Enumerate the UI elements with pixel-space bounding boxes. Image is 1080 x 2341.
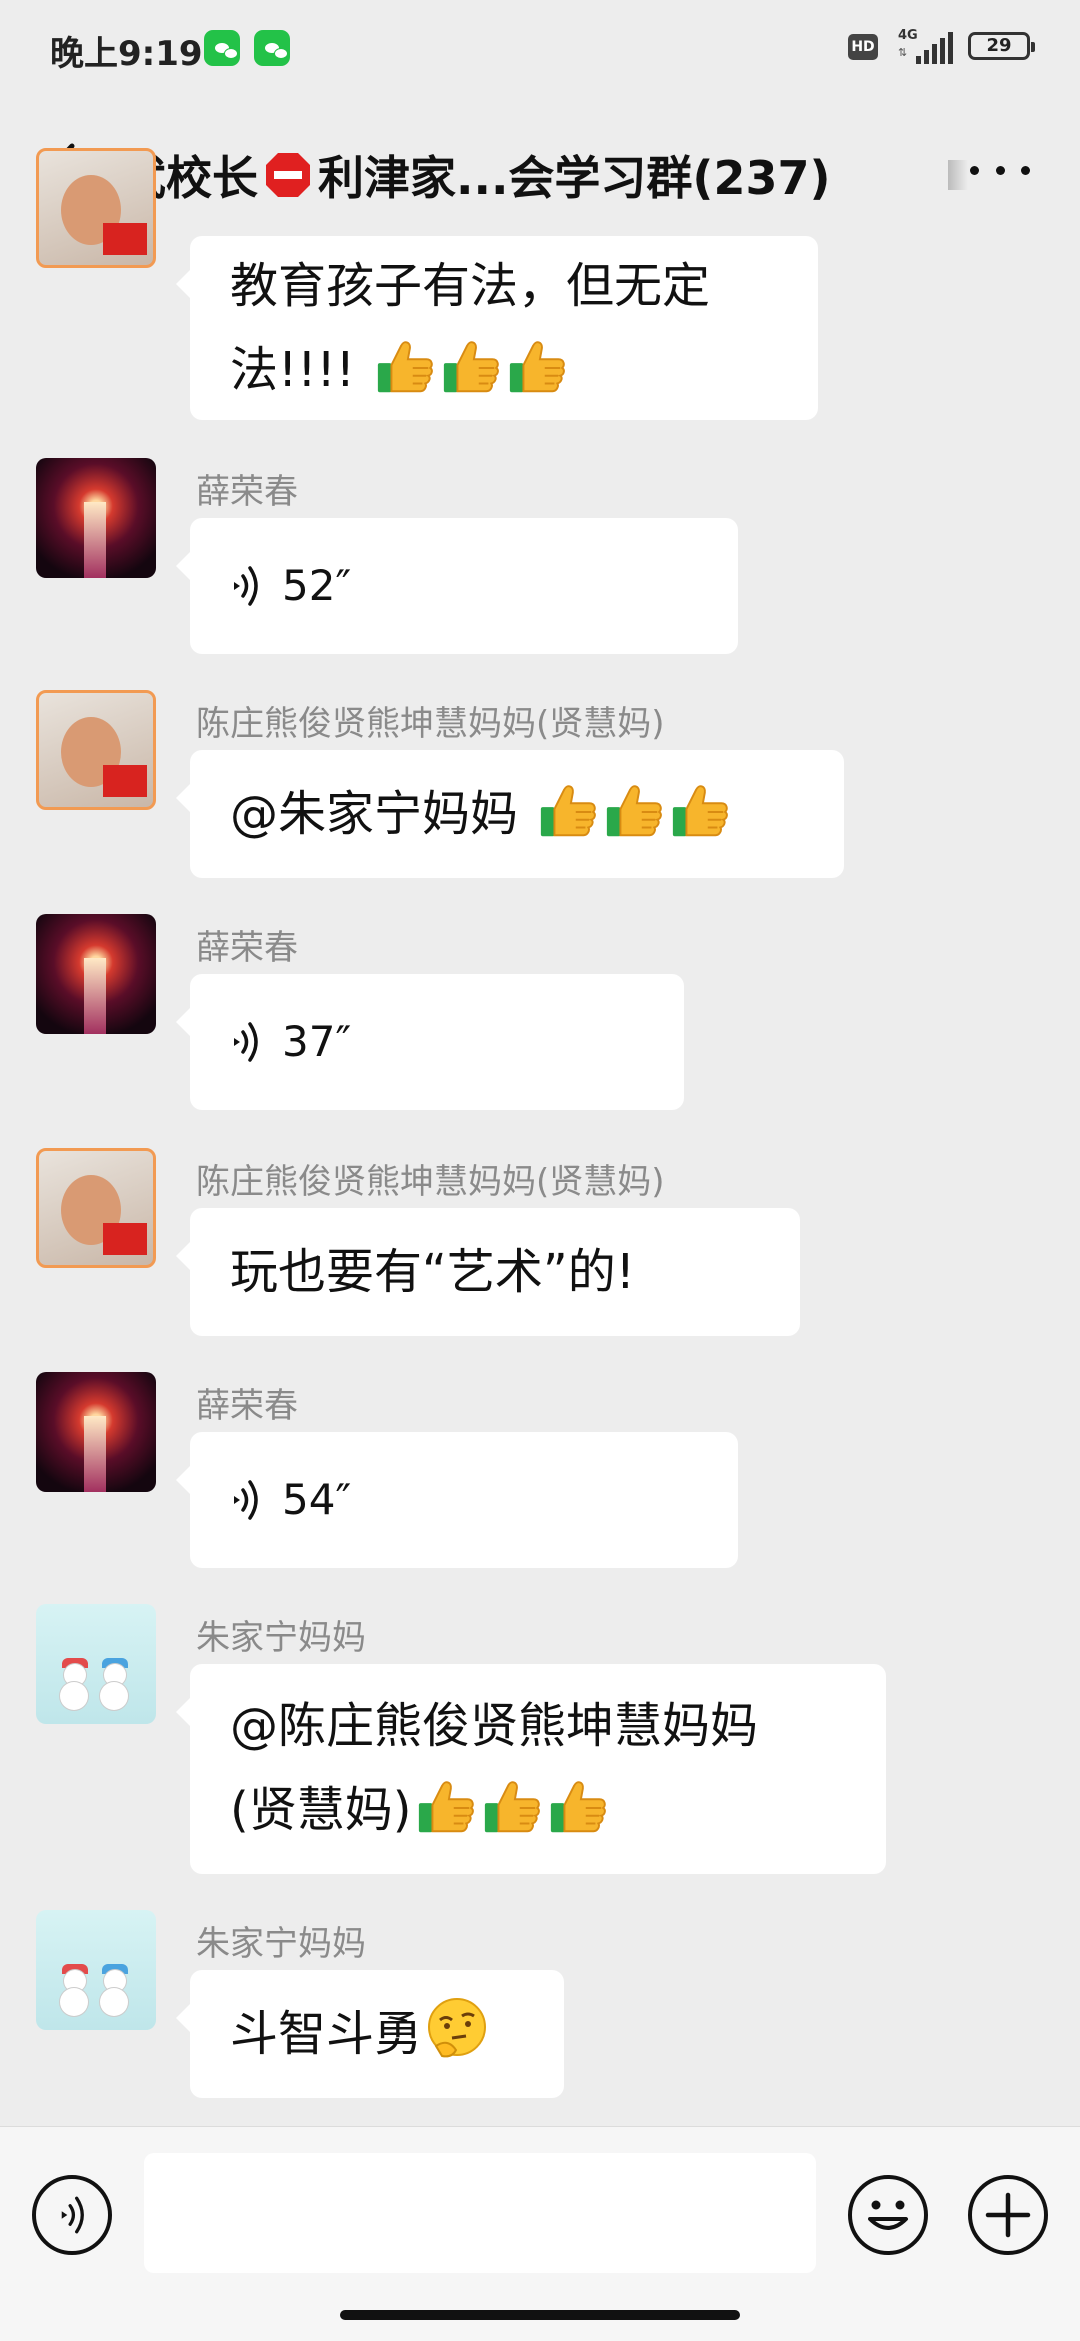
message-bubble[interactable]: 玩也要有“艺术”的! [176,1208,800,1336]
chat-title: 武校长 利津家...会学习群(237) [120,142,831,208]
thumbs-up-icon [506,336,568,398]
message-input[interactable] [144,2153,816,2273]
sender-name: 朱家宁妈妈 [196,1618,366,1658]
voice-wave-icon [230,1020,260,1064]
chat-header: 武校长 利津家...会学习群(237) [0,100,1080,238]
avatar[interactable] [36,148,156,268]
message-text: 教育孩子有法，但无定 [230,258,711,314]
avatar[interactable] [36,1910,156,2030]
battery-icon: 29 [968,32,1035,60]
voice-wave-icon [230,564,260,608]
voice-input-icon[interactable] [32,2175,112,2255]
message-bubble[interactable]: 教育孩子有法，但无定 法!!!! [176,236,818,420]
message-text: 斗智斗勇 [230,2006,423,2062]
thumbs-up-icon [547,1776,609,1838]
thumbs-up-icon [603,780,665,842]
stop-sign-icon [266,153,310,197]
voice-duration: 37″ [282,1017,352,1066]
voice-message-bubble[interactable]: 52″ [176,518,738,654]
message-text-line2: 法!!!! [230,342,355,398]
message-text: @朱家宁妈妈 [230,786,534,842]
message-bubble[interactable]: 斗智斗勇 [176,1970,564,2098]
voice-duration: 52″ [282,561,352,610]
sender-name: 薛荣春 [196,1386,298,1426]
avatar[interactable] [36,914,156,1034]
signal-icon: 4G ⇅ [896,28,956,64]
plus-icon[interactable] [968,2175,1048,2255]
message-bubble[interactable]: @陈庄熊俊贤熊坤慧妈妈 (贤慧妈) [176,1664,886,1874]
message-bubble[interactable]: @朱家宁妈妈 [176,750,844,878]
thinking-face-icon [428,1998,487,2058]
message-text-line2: (贤慧妈) [230,1782,412,1838]
thumbs-up-icon [374,336,436,398]
avatar[interactable] [36,690,156,810]
sender-name: 薛荣春 [196,472,298,512]
message-text: 玩也要有“艺术”的! [230,1244,635,1300]
avatar[interactable] [36,1148,156,1268]
voice-wave-icon [230,1478,260,1522]
thumbs-up-icon [669,780,731,842]
voice-message-bubble[interactable]: 37″ [176,974,684,1110]
home-indicator[interactable] [340,2310,740,2320]
sender-name: 陈庄熊俊贤熊坤慧妈妈(贤慧妈) [196,1162,665,1202]
voice-message-bubble[interactable]: 54″ [176,1432,738,1568]
hd-icon: HD [848,34,878,60]
sender-name: 陈庄熊俊贤熊坤慧妈妈(贤慧妈) [196,704,665,744]
thumbs-up-icon [440,336,502,398]
thumbs-up-icon [537,780,599,842]
wechat-notification-icon [254,30,290,66]
input-bar [0,2126,1080,2341]
sender-name: 朱家宁妈妈 [196,1924,366,1964]
avatar[interactable] [36,1372,156,1492]
status-time: 晚上9:19 [50,34,203,74]
sender-name: 薛荣春 [196,928,298,968]
title-suffix: 利津家...会学习群(237) [318,151,831,205]
network-type-label: 4G [898,28,918,43]
wechat-notification-icon [204,30,240,66]
thumbs-up-icon [415,1776,477,1838]
emoji-icon[interactable] [848,2175,928,2255]
avatar[interactable] [36,458,156,578]
avatar[interactable] [36,1604,156,1724]
message-text: @陈庄熊俊贤熊坤慧妈妈 [230,1698,759,1754]
more-options-icon[interactable] [970,158,1030,182]
thumbs-up-icon [481,1776,543,1838]
voice-duration: 54″ [282,1475,352,1524]
status-bar: 晚上9:19 HD 4G ⇅ 29 [0,0,1080,100]
